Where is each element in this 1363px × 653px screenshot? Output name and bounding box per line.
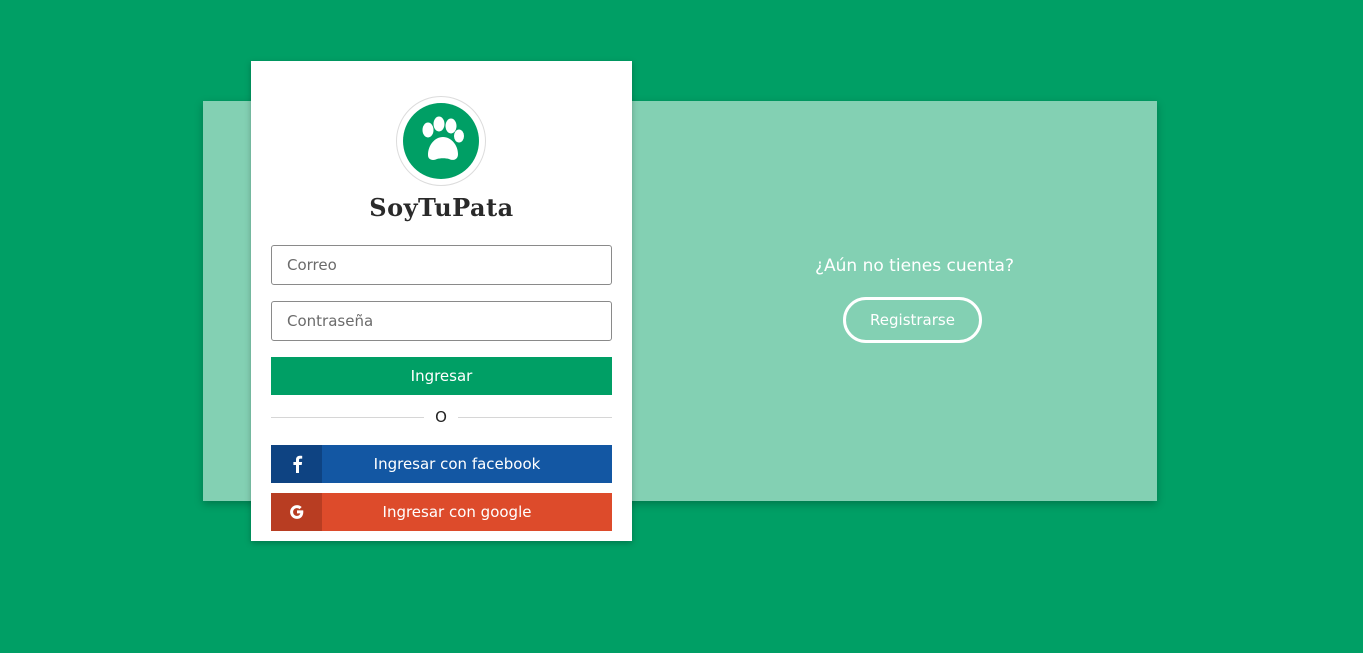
brand-name: SoyTuPata (369, 193, 514, 222)
facebook-login-label: Ingresar con facebook (373, 455, 541, 473)
email-field[interactable] (271, 245, 612, 285)
google-login-label: Ingresar con google (382, 503, 532, 521)
divider-line-right (458, 417, 612, 418)
facebook-login-button[interactable]: Ingresar con facebook (271, 445, 612, 483)
google-login-button[interactable]: Ingresar con google (271, 493, 612, 531)
signup-question: ¿Aún no tienes cuenta? (815, 256, 1014, 276)
register-button[interactable]: Registrarse (843, 297, 982, 343)
divider-line-left (271, 417, 424, 418)
signup-area: ¿Aún no tienes cuenta? Registrarse (632, 101, 1157, 501)
facebook-icon (271, 445, 322, 483)
login-button[interactable]: Ingresar (271, 357, 612, 395)
google-icon (271, 493, 322, 531)
password-field[interactable] (271, 301, 612, 341)
paw-icon (403, 103, 479, 179)
login-card: SoyTuPata Ingresar O Ingresar con facebo… (251, 61, 632, 541)
logo (396, 96, 486, 186)
divider-text: O (435, 408, 447, 426)
